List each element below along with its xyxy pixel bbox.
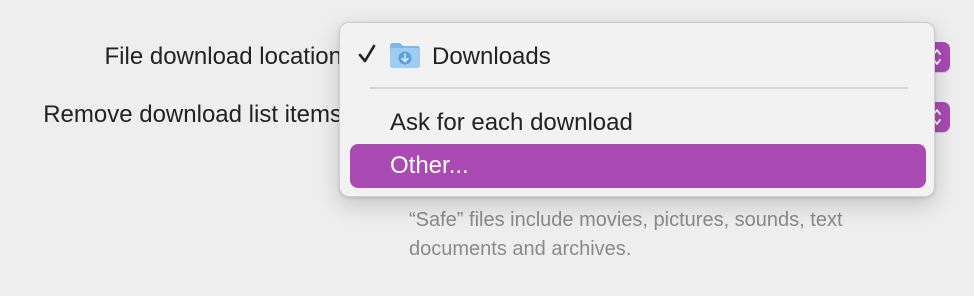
menu-item-ask-for-each-download[interactable]: Ask for each download bbox=[350, 101, 926, 145]
menu-item-downloads[interactable]: Downloads bbox=[350, 35, 926, 79]
menu-item-other[interactable]: Other... bbox=[350, 144, 926, 188]
checkmark-icon bbox=[358, 44, 376, 63]
file-download-location-label: File download location bbox=[104, 43, 342, 70]
remove-download-list-items-label: Remove download list items bbox=[43, 101, 342, 128]
download-location-menu: Downloads Ask for each download Other... bbox=[339, 22, 935, 197]
menu-item-label: Other... bbox=[390, 152, 469, 179]
safe-files-footnote: “Safe” files include movies, pictures, s… bbox=[409, 209, 843, 260]
menu-item-label: Downloads bbox=[432, 43, 551, 70]
menu-item-label: Ask for each download bbox=[390, 109, 633, 136]
downloads-folder-icon bbox=[390, 43, 420, 68]
menu-separator bbox=[370, 87, 908, 89]
